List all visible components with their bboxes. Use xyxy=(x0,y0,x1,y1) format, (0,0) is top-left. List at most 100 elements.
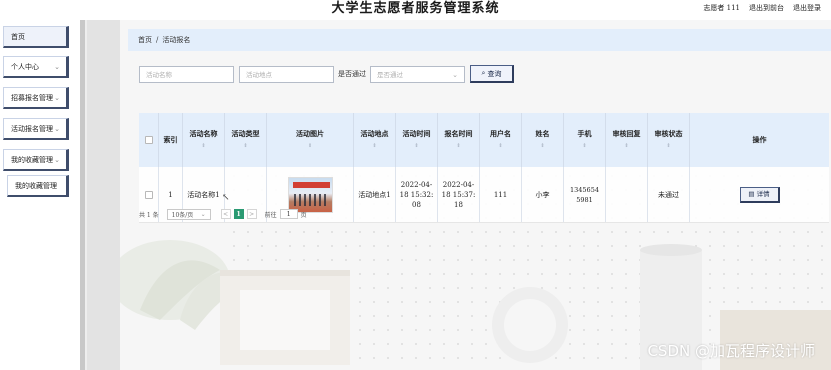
chevron-down-icon: ⌄ xyxy=(452,70,458,79)
user-label: 志愿者 111 xyxy=(703,4,740,12)
cell-signup-time: 2022-04-18 15:37:18 xyxy=(438,167,480,222)
pass-filter-placeholder: 是否通过 xyxy=(377,71,403,79)
pass-filter-select[interactable]: 是否通过 ⌄ xyxy=(370,65,465,83)
sort-icon: ⇕ xyxy=(372,143,377,149)
column-label: 活动地点 xyxy=(360,129,389,138)
detail-button-label: 详情 xyxy=(756,190,770,198)
prev-page-button[interactable]: < xyxy=(220,209,231,219)
breadcrumb-current: 活动报名 xyxy=(162,36,191,44)
column-label: 活动类型 xyxy=(231,129,260,138)
pagination: 共 1 条 10条/页 ⌄ < 1 > 前往 1 页 xyxy=(139,208,307,220)
sort-icon: ⇕ xyxy=(666,143,671,149)
column-header-name[interactable]: 活动名称 ⇕ xyxy=(183,113,225,167)
goto-label: 前往 xyxy=(264,211,277,219)
column-header-type[interactable]: 活动类型 ⇕ xyxy=(225,113,267,167)
column-label: 活动名称 xyxy=(189,129,218,138)
column-header-signup-time[interactable]: 报名时间 ⇕ xyxy=(438,113,480,167)
select-all-checkbox[interactable] xyxy=(144,136,153,144)
page-button-current[interactable]: 1 xyxy=(233,209,244,219)
sidebar-item-recruit[interactable]: 招募报名管理 ⌄ xyxy=(3,87,69,109)
column-header-reply[interactable]: 审核回复 ⇕ xyxy=(606,113,648,167)
column-label: 手机 xyxy=(577,129,592,138)
sort-icon: ⇕ xyxy=(540,143,545,149)
column-header-realname[interactable]: 姓名 ⇕ xyxy=(522,113,564,167)
detail-button[interactable]: ▤ 详情 xyxy=(739,186,780,203)
sidebar-gutter xyxy=(87,20,120,370)
sort-icon: ⇕ xyxy=(498,143,503,149)
sidebar-item-activity-signup[interactable]: 活动报名管理 ⌄ xyxy=(3,118,69,140)
column-header-username[interactable]: 用户名 ⇕ xyxy=(480,113,522,167)
sidebar: 首页 个人中心 ⌄ 招募报名管理 ⌄ 活动报名管理 ⌄ 我的收藏管理 ⌄ 我的收… xyxy=(0,20,80,370)
cell-status: 未通过 xyxy=(648,167,690,222)
row-checkbox[interactable] xyxy=(144,190,153,199)
column-header-location[interactable]: 活动地点 ⇕ xyxy=(354,113,396,167)
column-label: 活动时间 xyxy=(402,129,431,138)
sidebar-item-favorites[interactable]: 我的收藏管理 ⌄ xyxy=(3,149,69,171)
page-size-value: 10条/页 xyxy=(171,211,194,219)
activity-name-input[interactable]: 活动名称 xyxy=(139,65,234,83)
query-button-label: 查询 xyxy=(487,69,502,78)
column-label: 审核状态 xyxy=(654,129,683,138)
next-page-button[interactable]: > xyxy=(246,209,257,219)
column-header-index: 索引 xyxy=(159,113,183,167)
cell-action: ▤ 详情 xyxy=(690,167,829,222)
column-label: 报名时间 xyxy=(444,129,473,138)
watermark: CSDN @加瓦程序设计师 xyxy=(647,342,815,360)
search-icon: ⌕ xyxy=(481,69,486,77)
sidebar-item-label: 首页 xyxy=(11,32,25,41)
image-people xyxy=(293,193,329,206)
chevron-down-icon: ⌄ xyxy=(54,94,60,102)
exit-to-front-link[interactable]: 退出到前台 xyxy=(749,3,784,13)
image-banner xyxy=(292,181,330,188)
breadcrumb-home[interactable]: 首页 xyxy=(138,35,152,45)
activity-location-input[interactable]: 活动地点 xyxy=(239,65,334,83)
cell-time: 2022-04-18 15:32:08 xyxy=(396,167,438,222)
cell-reply xyxy=(606,167,648,222)
select-all-cell xyxy=(139,113,159,167)
column-header-time[interactable]: 活动时间 ⇕ xyxy=(396,113,438,167)
column-header-status[interactable]: 审核状态 ⇕ xyxy=(648,113,690,167)
chevron-down-icon: ⌄ xyxy=(200,210,206,218)
sidebar-item-label: 招募报名管理 xyxy=(11,93,53,102)
sort-icon: ⇕ xyxy=(201,143,206,149)
goto-suffix: 页 xyxy=(300,211,307,219)
column-label: 姓名 xyxy=(535,129,550,138)
cell-username: 111 xyxy=(480,167,522,222)
header-user-area: 志愿者 111 退出到前台 退出登录 xyxy=(703,3,821,13)
sort-icon: ⇕ xyxy=(243,143,248,149)
sort-icon: ⇕ xyxy=(456,143,461,149)
sidebar-item-profile[interactable]: 个人中心 ⌄ xyxy=(3,56,69,78)
query-button[interactable]: ⌕ 查询 xyxy=(470,65,514,83)
logout-link[interactable]: 退出登录 xyxy=(793,3,821,13)
sidebar-item-label: 活动报名管理 xyxy=(11,124,53,133)
sidebar-subitem-favorites[interactable]: 我的收藏管理 xyxy=(7,175,69,197)
sidebar-item-home[interactable]: 首页 xyxy=(3,26,69,48)
chevron-down-icon: ⌄ xyxy=(54,125,60,133)
column-header-image[interactable]: 活动图片 ⇕ xyxy=(267,113,354,167)
signup-table: 索引 活动名称 ⇕ 活动类型 ⇕ 活动图片 ⇕ 活动地点 ⇕ 活动时间 ⇕ 报名… xyxy=(139,113,829,223)
pass-filter-label: 是否通过 xyxy=(338,70,366,78)
sort-icon: ⇕ xyxy=(307,143,313,149)
pagination-total: 共 1 条 xyxy=(139,211,159,219)
page-size-select[interactable]: 10条/页 ⌄ xyxy=(166,208,211,220)
sort-icon: ⇕ xyxy=(414,143,419,149)
table-header: 索引 活动名称 ⇕ 活动类型 ⇕ 活动图片 ⇕ 活动地点 ⇕ 活动时间 ⇕ 报名… xyxy=(139,113,829,167)
sidebar-item-label: 我的收藏管理 xyxy=(15,181,57,190)
top-header: 大学生志愿者服务管理系统 志愿者 111 退出到前台 退出登录 xyxy=(0,0,831,20)
cell-phone: 13456545981 xyxy=(564,167,606,222)
sidebar-item-label: 个人中心 xyxy=(11,62,39,71)
goto-page-input[interactable]: 1 xyxy=(279,209,298,219)
cell-location: 活动地点1 xyxy=(354,167,396,222)
column-header-phone[interactable]: 手机 ⇕ xyxy=(564,113,606,167)
column-label: 活动图片 xyxy=(296,129,324,138)
column-label: 审核回复 xyxy=(612,129,641,138)
column-label: 索引 xyxy=(163,135,178,144)
column-header-action: 操作 xyxy=(690,113,829,167)
cell-realname: 小李 xyxy=(522,167,564,222)
mouse-cursor-icon: ↖ xyxy=(222,193,230,203)
breadcrumb-separator: / xyxy=(156,36,159,44)
detail-icon: ▤ xyxy=(748,190,755,198)
sort-icon: ⇕ xyxy=(582,143,587,149)
column-label: 操作 xyxy=(752,135,767,144)
chevron-down-icon: ⌄ xyxy=(54,156,60,164)
